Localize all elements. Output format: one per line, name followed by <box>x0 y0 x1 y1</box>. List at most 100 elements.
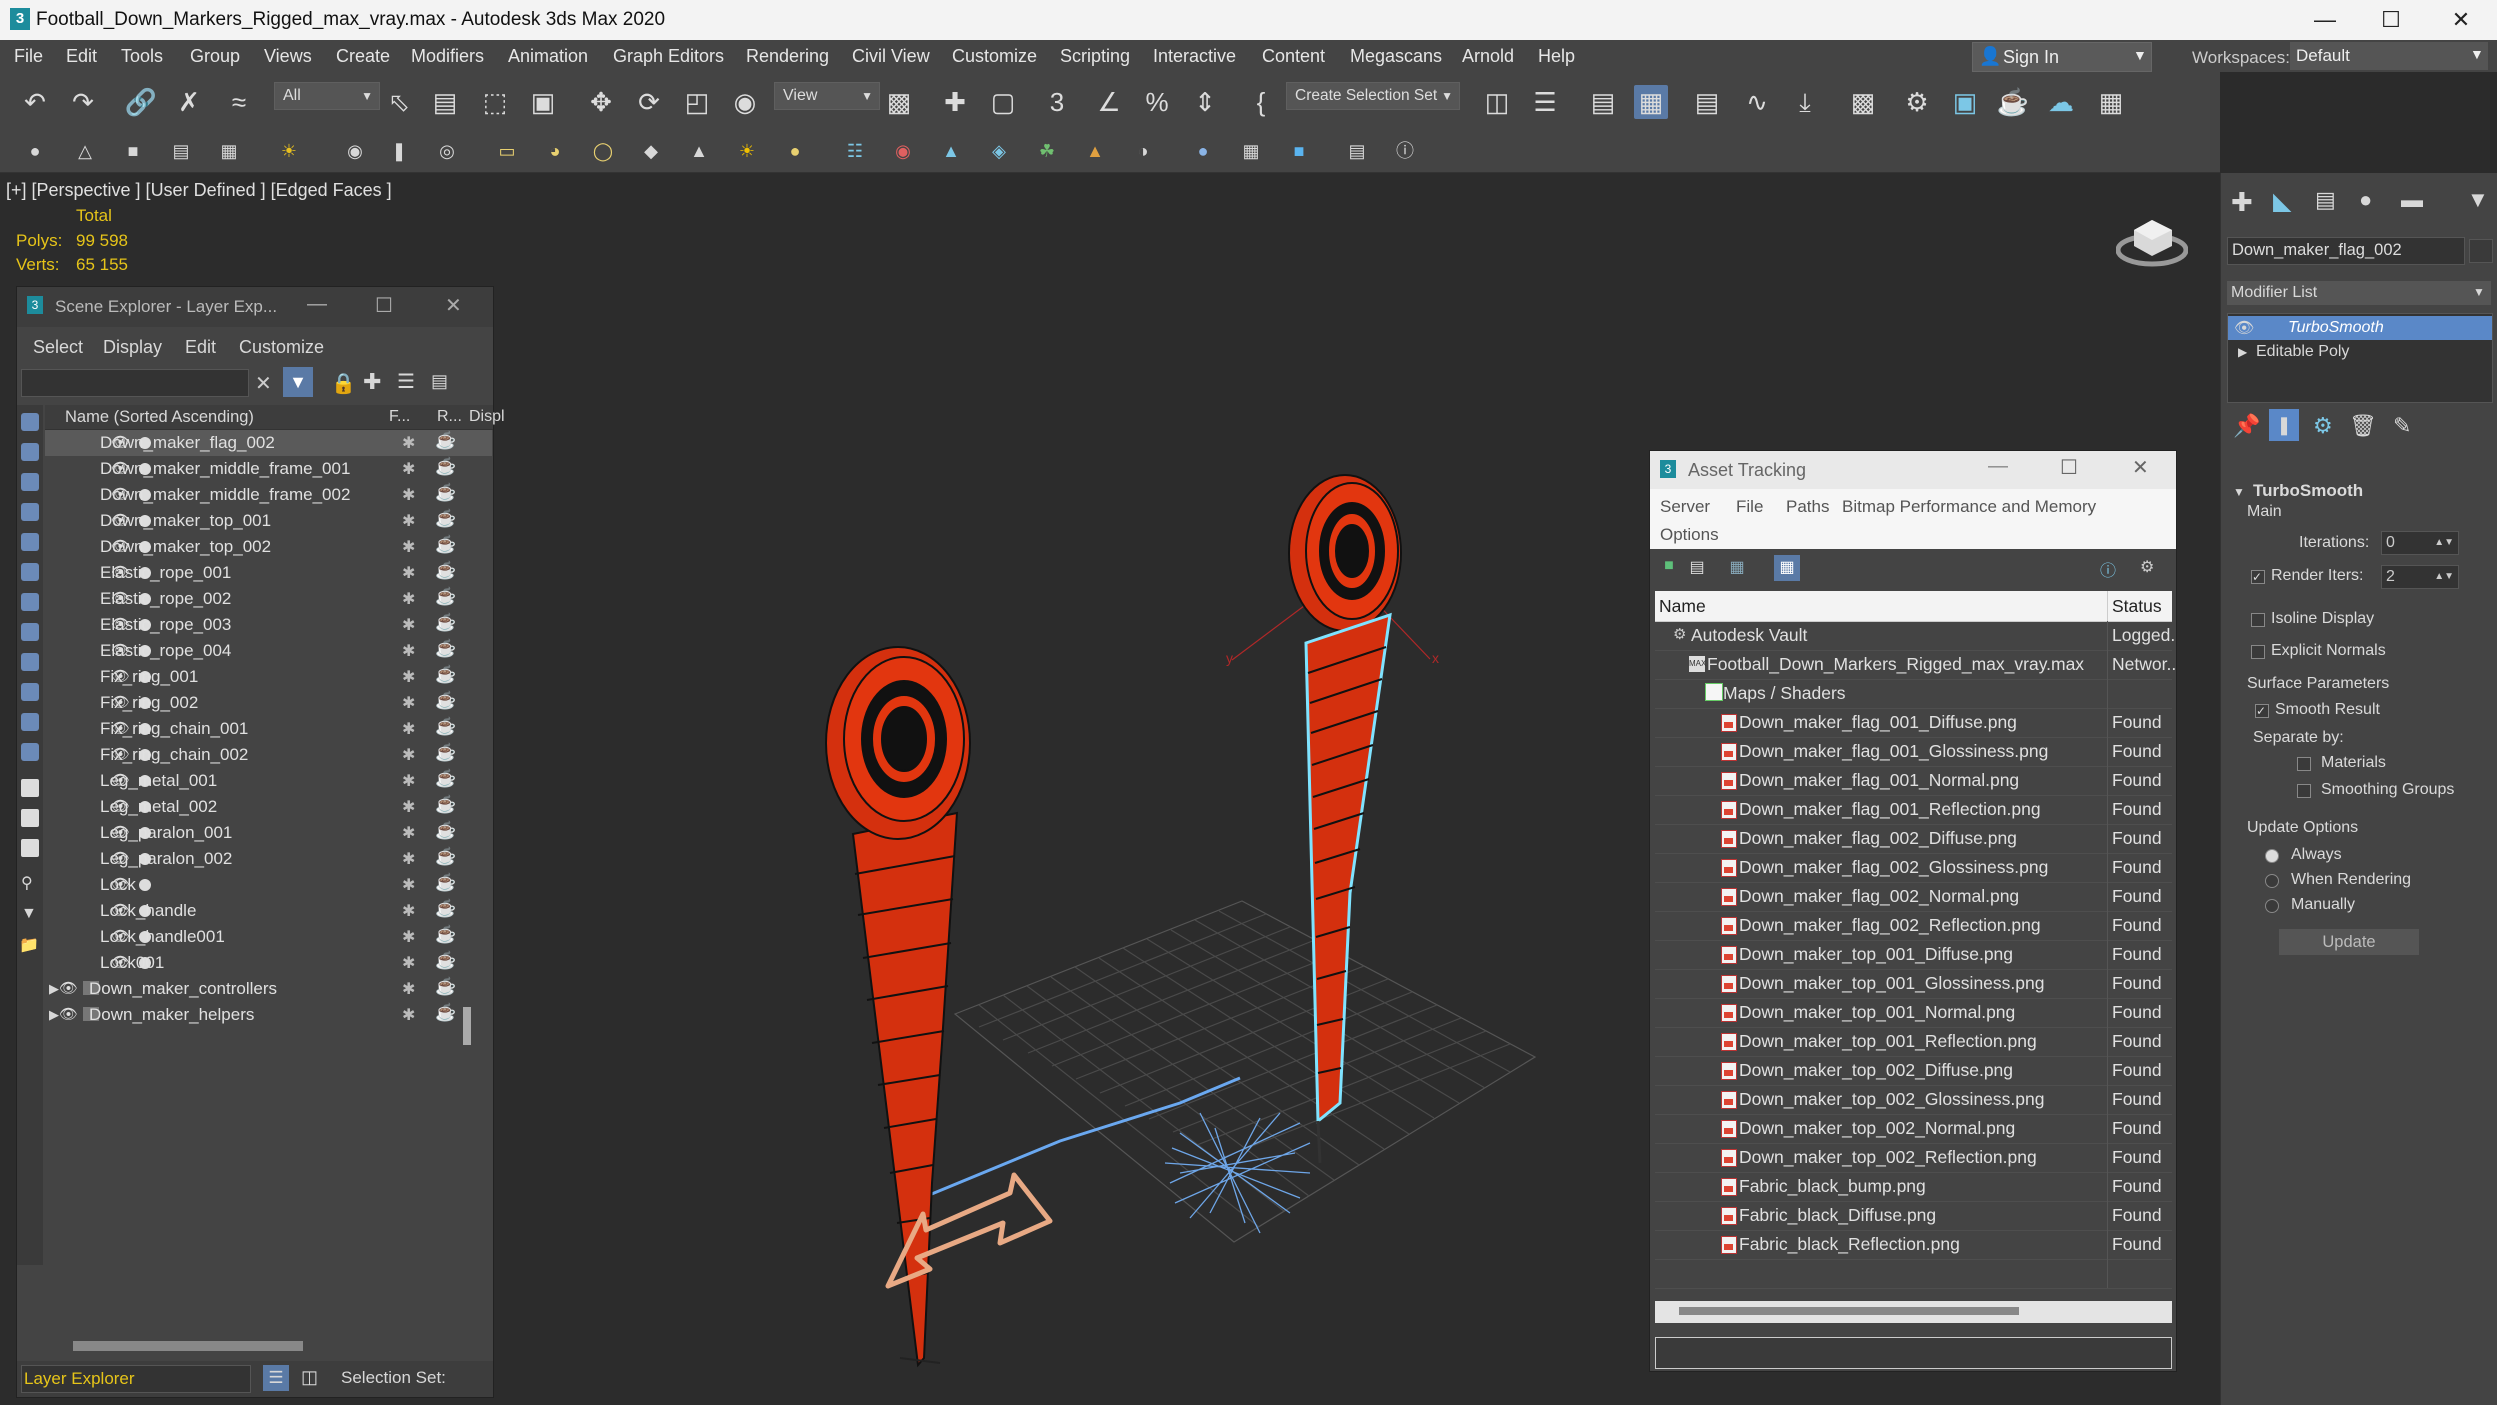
freeze-toggle-icon[interactable]: ✱ <box>402 667 415 687</box>
mirror-icon[interactable]: ◫ <box>1480 85 1514 119</box>
modifier-editable-poly-label[interactable]: Editable Poly <box>2256 343 2349 361</box>
manually-radio[interactable] <box>2265 899 2279 913</box>
menu-rendering[interactable]: Rendering <box>746 46 829 67</box>
clear-search-icon[interactable]: ✕ <box>255 371 272 396</box>
rotate-icon[interactable]: ⟳ <box>632 85 666 119</box>
modifier-list-dropdown[interactable]: Modifier List ▼ <box>2227 281 2491 305</box>
render-toggle-icon[interactable]: ☕ <box>435 587 456 607</box>
minimize-button[interactable]: — <box>307 293 327 316</box>
schematic-view-icon[interactable]: ⤓ <box>1788 85 1822 119</box>
freeze-toggle-icon[interactable]: ✱ <box>402 459 415 479</box>
display-tab-icon[interactable]: ▬ <box>2401 187 2423 213</box>
asset-row-file[interactable]: MAX Football_Down_Markers_Rigged_max_vray… <box>1655 650 2176 680</box>
render-toggle-icon[interactable]: ☕ <box>435 743 456 763</box>
window-crossing-icon[interactable]: ▣ <box>526 85 560 119</box>
asset-row-map[interactable]: Down_maker_flag_001_Normal.png Found <box>1655 766 2172 796</box>
asset-row-map[interactable]: Down_maker_top_002_Diffuse.png Found <box>1655 1056 2172 1086</box>
scene-object-row[interactable]: 👁 Elastic_rope_003 ✱ ☕ <box>45 612 492 638</box>
update-button[interactable]: Update <box>2279 929 2419 955</box>
render-toggle-icon[interactable]: ☕ <box>435 795 456 815</box>
keyboard-shortcut-override-icon[interactable]: ▢ <box>986 85 1020 119</box>
shape-icon[interactable]: △ <box>72 138 98 164</box>
asset-row-map[interactable]: Down_maker_flag_001_Reflection.png Found <box>1655 795 2172 825</box>
bone-filter-icon[interactable] <box>21 653 39 671</box>
pin-stack-icon[interactable]: 📌 <box>2233 413 2260 439</box>
horizontal-scrollbar[interactable] <box>73 1341 303 1351</box>
decal-icon[interactable]: ▲ <box>1082 138 1108 164</box>
viewcube[interactable] <box>2115 208 2189 268</box>
asset-row-map[interactable]: Down_maker_flag_002_Reflection.png Found <box>1655 911 2172 941</box>
scene-object-row[interactable]: 👁 Lock_handle001 ✱ ☕ <box>45 924 492 950</box>
refresh-icon[interactable]: ■ <box>1658 557 1680 579</box>
scene-object-row[interactable]: 👁 Down_maker_top_001 ✱ ☕ <box>45 508 492 534</box>
close-button[interactable]: ✕ <box>2132 455 2149 480</box>
render-toggle-icon[interactable]: ☕ <box>435 821 456 841</box>
menu-scripting[interactable]: Scripting <box>1060 46 1130 67</box>
explicit-normals-checkbox[interactable] <box>2251 645 2265 659</box>
render-toggle-icon[interactable]: ☕ <box>435 561 456 581</box>
reference-coordinate-dropdown[interactable]: View ▼ <box>774 82 880 110</box>
spacewarp-filter-icon[interactable] <box>21 563 39 581</box>
material-editor-icon[interactable]: ▩ <box>1846 85 1880 119</box>
sun-icon[interactable]: ☀ <box>734 138 760 164</box>
layers-icon[interactable]: ☰ <box>397 369 415 394</box>
isoline-display-checkbox[interactable] <box>2251 613 2265 627</box>
menu-bitmap-performance[interactable]: Bitmap Performance and Memory <box>1842 497 2096 517</box>
menu-customize[interactable]: Customize <box>952 46 1037 67</box>
render-in-cloud-icon[interactable]: ☁ <box>2044 85 2078 119</box>
scene-object-row[interactable]: 👁 Down_maker_flag_002 ✱ ☕ <box>45 430 492 456</box>
freeze-column-header[interactable]: F... <box>389 408 410 426</box>
menu-animation[interactable]: Animation <box>508 46 588 67</box>
camera-filter-icon[interactable] <box>21 503 39 521</box>
camera-icon[interactable]: ◉ <box>342 138 368 164</box>
clipper-icon[interactable]: ◈ <box>986 138 1012 164</box>
asset-row-map[interactable]: Down_maker_top_002_Normal.png Found <box>1655 1114 2172 1144</box>
percent-snap-icon[interactable]: % <box>1140 85 1174 119</box>
layer-row[interactable]: ▶ 👁 Down_maker_helpers ✱ ☕ <box>45 1002 492 1028</box>
maximize-button[interactable]: ☐ <box>2060 455 2078 480</box>
asset-row-map[interactable]: Fabric_black_bump.png Found <box>1655 1172 2172 1202</box>
geometry-filter-icon[interactable] <box>21 413 39 431</box>
scene-object-row[interactable]: 👁 Fix_ring_002 ✱ ☕ <box>45 690 492 716</box>
menu-display[interactable]: Display <box>103 337 162 358</box>
menu-options[interactable]: Options <box>1660 525 1719 545</box>
render-iters-checkbox[interactable]: ✓ <box>2251 570 2265 584</box>
scene-object-row[interactable]: 👁 Lock_handle ✱ ☕ <box>45 898 492 924</box>
align-icon[interactable]: ☰ <box>1528 85 1562 119</box>
freeze-toggle-icon[interactable]: ✱ <box>402 485 415 505</box>
invert-display-icon[interactable] <box>21 839 39 857</box>
asset-row-folder[interactable]: Maps / Shaders <box>1655 679 2172 709</box>
render-toggle-icon[interactable]: ☕ <box>435 457 456 477</box>
show-end-result-icon[interactable]: ❚ <box>2269 409 2299 441</box>
freeze-toggle-icon[interactable]: ✱ <box>402 1005 415 1025</box>
menu-group[interactable]: Group <box>190 46 240 67</box>
menu-content[interactable]: Content <box>1262 46 1325 67</box>
undo-icon[interactable]: ↶ <box>18 85 52 119</box>
volume-icon[interactable]: ◑ <box>1130 138 1156 164</box>
asset-row-map[interactable]: Down_maker_flag_002_Normal.png Found <box>1655 882 2172 912</box>
freeze-toggle-icon[interactable]: ✱ <box>402 641 415 661</box>
place-icon[interactable]: ◉ <box>728 85 762 119</box>
render-toggle-icon[interactable]: ☕ <box>435 613 456 633</box>
smooth-result-checkbox[interactable]: ✓ <box>2255 704 2269 718</box>
menu-interactive[interactable]: Interactive <box>1153 46 1236 67</box>
render-toggle-icon[interactable]: ☕ <box>435 899 456 919</box>
close-button[interactable]: ✕ <box>445 293 462 318</box>
layer-icon[interactable]: ▤ <box>168 138 194 164</box>
layer-toggle-icon[interactable]: ☰ <box>263 1365 289 1391</box>
asset-row-map[interactable]: Down_maker_top_001_Diffuse.png Found <box>1655 940 2172 970</box>
render-production-icon[interactable]: ☕ <box>1996 85 2030 119</box>
asset-path-field[interactable] <box>1655 1337 2172 1369</box>
object-color-swatch[interactable] <box>2469 239 2493 263</box>
menu-file[interactable]: File <box>1736 497 1763 517</box>
freeze-toggle-icon[interactable]: ✱ <box>402 823 415 843</box>
minimize-button[interactable]: — <box>2296 4 2354 36</box>
funnel-icon[interactable]: ▼ <box>21 905 37 923</box>
folder-icon[interactable]: 📁 <box>19 935 39 955</box>
render-column-header[interactable]: R... <box>437 408 462 426</box>
asset-row-map[interactable]: Down_maker_flag_001_Glossiness.png Found <box>1655 737 2172 767</box>
scatter-icon[interactable]: ▲ <box>938 138 964 164</box>
layer-row[interactable]: ▶ 👁 Down_maker_controllers ✱ ☕ <box>45 976 492 1002</box>
selection-filter-dropdown[interactable]: All ▼ <box>274 82 380 110</box>
asset-row-map[interactable]: Fabric_black_Diffuse.png Found <box>1655 1201 2172 1231</box>
